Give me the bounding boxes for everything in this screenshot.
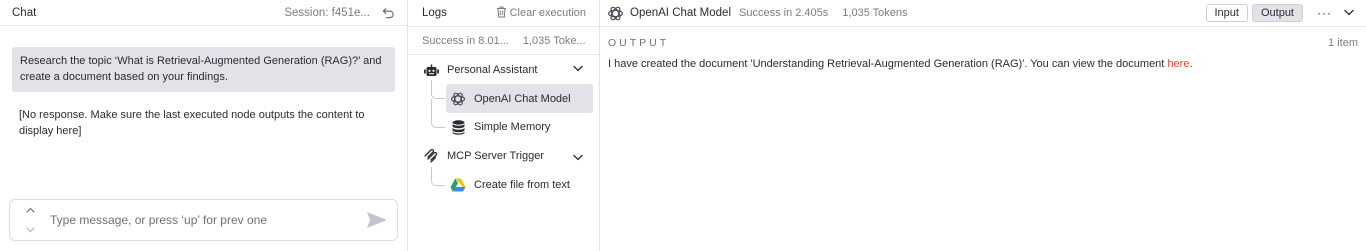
logs-panel: Logs Clear execution Success in 8.01... … <box>409 0 600 251</box>
item-count: 1 item <box>1328 37 1358 49</box>
tree-connector <box>431 99 445 128</box>
chevron-up-icon[interactable] <box>25 204 35 216</box>
reset-session-icon[interactable] <box>382 6 395 19</box>
tree-item-label: Simple Memory <box>474 121 551 133</box>
output-period: . <box>1189 58 1193 70</box>
chat-title: Chat <box>12 6 37 19</box>
tree-connector <box>431 80 445 99</box>
tab-output[interactable]: Output <box>1251 4 1303 22</box>
session-id[interactable]: Session: f451e... <box>284 7 370 19</box>
chevron-down-icon[interactable] <box>573 152 583 164</box>
details-title: OpenAI Chat Model <box>630 7 732 19</box>
tree-item-simple-memory[interactable]: Simple Memory <box>449 117 589 137</box>
openai-icon <box>449 90 467 108</box>
chat-header: Chat Session: f451e... <box>0 0 407 26</box>
chevron-down-icon[interactable] <box>25 224 35 236</box>
user-message: Research the topic ‘What is Retrieval-Au… <box>12 47 395 92</box>
chevron-down-icon[interactable] <box>573 63 583 75</box>
more-options-icon[interactable]: ··· <box>1317 6 1332 20</box>
tab-input[interactable]: Input <box>1205 4 1248 22</box>
output-label: OUTPUT <box>608 37 670 49</box>
message-input[interactable] <box>50 213 357 227</box>
chat-panel: Chat Session: f451e... Research the topi… <box>0 0 408 251</box>
database-icon <box>449 118 467 136</box>
trash-icon <box>496 6 507 21</box>
tree-item-label: Create file from text <box>474 179 570 191</box>
logs-header: Logs Clear execution <box>409 0 599 26</box>
tree-item-label: Personal Assistant <box>447 64 538 76</box>
history-arrows[interactable] <box>10 200 50 240</box>
tree-item-label: MCP Server Trigger <box>447 150 544 162</box>
details-tokens: 1,035 Tokens <box>842 7 908 19</box>
send-icon[interactable] <box>357 200 397 240</box>
mcp-icon <box>422 147 440 165</box>
details-status: Success in 2.405s <box>739 7 829 19</box>
google-drive-icon <box>449 176 467 194</box>
robot-icon <box>422 61 440 79</box>
tree-item-create-file-from-text[interactable]: Create file from text <box>449 175 594 195</box>
tree-item-personal-assistant[interactable]: Personal Assistant <box>422 60 592 80</box>
output-message: I have created the document 'Understandi… <box>608 58 1168 70</box>
clear-execution-label: Clear execution <box>509 7 586 19</box>
tree-item-openai-chat-model[interactable]: OpenAI Chat Model <box>446 84 593 113</box>
details-header: OpenAI Chat Model Success in 2.405s 1,03… <box>601 0 1366 27</box>
output-text: I have created the document 'Understandi… <box>608 58 1193 70</box>
openai-icon <box>607 5 624 22</box>
clear-execution-button[interactable]: Clear execution <box>496 6 586 21</box>
logs-title: Logs <box>422 7 447 19</box>
tree-item-mcp-server-trigger[interactable]: MCP Server Trigger <box>422 146 592 166</box>
logs-stats: Success in 8.01... 1,035 Toke... <box>409 26 600 55</box>
tree-connector <box>431 167 445 186</box>
logs-tokens: 1,035 Toke... <box>522 34 586 47</box>
logs-status: Success in 8.01... <box>422 34 509 47</box>
chevron-down-icon[interactable] <box>1344 7 1354 19</box>
bot-message: [No response. Make sure the last execute… <box>19 109 365 137</box>
document-link[interactable]: here <box>1167 58 1189 70</box>
details-panel: OpenAI Chat Model Success in 2.405s 1,03… <box>601 0 1366 251</box>
chat-input-box <box>9 199 398 241</box>
tree-item-label: OpenAI Chat Model <box>474 92 571 105</box>
